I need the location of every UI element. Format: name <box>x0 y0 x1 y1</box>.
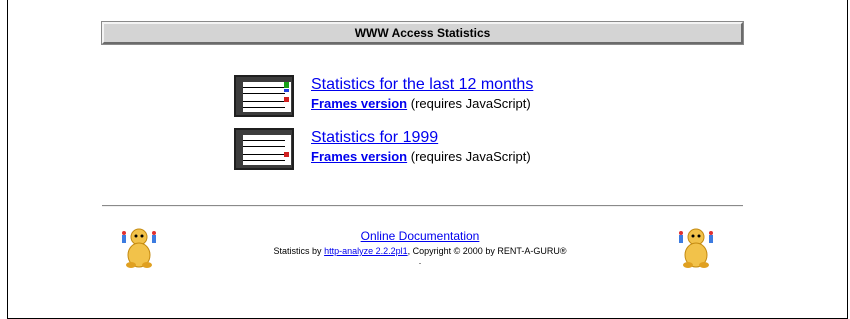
frames-line: Frames version (requires JavaScript) <box>311 95 533 112</box>
page-title: WWW Access Statistics <box>101 21 744 45</box>
stat-entry-12-months: Statistics for the last 12 months Frames… <box>234 75 654 121</box>
frames-version-link[interactable]: Frames version <box>311 149 407 164</box>
footer-dot: . <box>418 256 422 266</box>
page-title-text: WWW Access Statistics <box>354 26 491 40</box>
stats-1999-link[interactable]: Statistics for 1999 <box>311 128 531 148</box>
stats-12-months-link[interactable]: Statistics for the last 12 months <box>311 75 533 95</box>
statistics-report-icon[interactable] <box>234 128 294 170</box>
frames-note: (requires JavaScript) <box>410 96 531 111</box>
credit-prefix: Statistics by <box>273 246 322 256</box>
stat-entry-1999: Statistics for 1999 Frames version (requ… <box>234 128 654 174</box>
statistics-report-icon[interactable] <box>234 75 294 117</box>
section-divider <box>102 205 743 207</box>
guru-mascot-icon <box>122 228 156 268</box>
frames-line: Frames version (requires JavaScript) <box>311 148 531 165</box>
http-analyze-link[interactable]: http-analyze 2.2.2pl1 <box>324 246 408 256</box>
guru-mascot-icon <box>679 228 713 268</box>
credit-suffix: , Copyright © 2000 by RENT-A-GURU® <box>407 246 567 256</box>
footer: Online Documentation Statistics by http-… <box>180 227 660 266</box>
online-documentation-link[interactable]: Online Documentation <box>361 229 480 243</box>
frames-version-link[interactable]: Frames version <box>311 96 407 111</box>
frames-note: (requires JavaScript) <box>410 149 531 164</box>
